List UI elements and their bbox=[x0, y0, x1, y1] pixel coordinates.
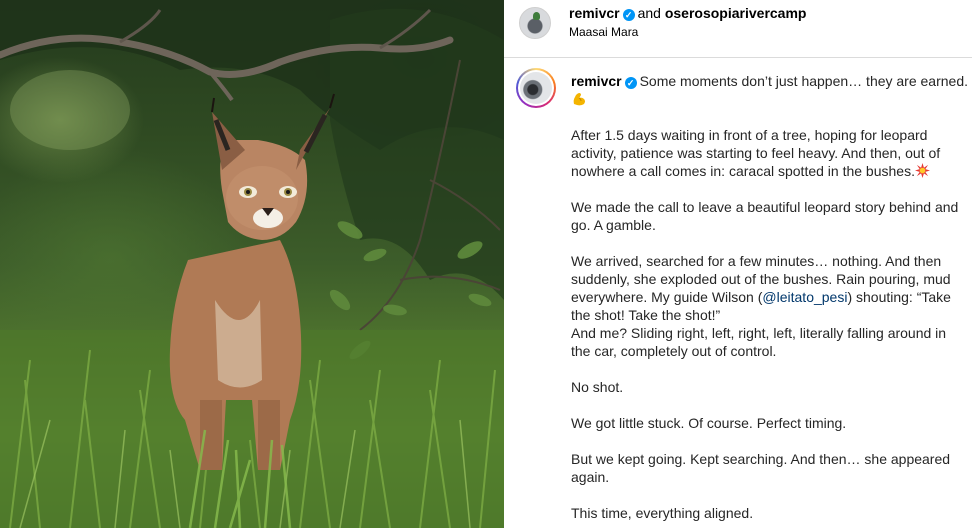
verified-badge-icon: ✓ bbox=[624, 77, 637, 89]
caption-section: remivcr ✓ Some moments don’t just happen… … bbox=[504, 58, 972, 528]
and-text: and bbox=[637, 5, 661, 21]
caption-text: remivcr ✓ Some moments don’t just happen… … bbox=[571, 72, 969, 528]
caption-paragraph-3: We made the call to leave a beautiful le… bbox=[571, 199, 959, 233]
caption-line-1: Some moments don’t just happen… they are… bbox=[639, 73, 969, 89]
caption-paragraph-8: This time, everything aligned. bbox=[571, 505, 754, 521]
header-authors: remivcr ✓ and oserosopiarivercamp bbox=[569, 5, 806, 21]
post-photo[interactable] bbox=[0, 0, 504, 528]
caption-paragraph-5: No shot. bbox=[571, 379, 624, 395]
verified-badge-icon: ✓ bbox=[622, 9, 635, 21]
caracal-photo-illustration bbox=[0, 0, 504, 528]
caption-author-username[interactable]: remivcr bbox=[571, 73, 622, 89]
author-username-link[interactable]: remivcr bbox=[569, 5, 620, 21]
caption-paragraph-4c: And me? Sliding right, left, right, left… bbox=[571, 325, 947, 359]
caption-paragraph-7: But we kept going. Kept searching. And t… bbox=[571, 451, 951, 485]
caption-paragraph-2: After 1.5 days waiting in front of a tre… bbox=[571, 127, 941, 179]
caption-author-avatar[interactable] bbox=[516, 68, 556, 108]
collision-emoji bbox=[914, 163, 930, 178]
collaborator-username-link[interactable]: oserosopiarivercamp bbox=[665, 5, 807, 21]
post-sidebar: remivcr ✓ and oserosopiarivercamp Maasai M… bbox=[504, 0, 972, 528]
post-header: remivcr ✓ and oserosopiarivercamp Maasai M… bbox=[504, 0, 972, 58]
caption-paragraph-6: We got little stuck. Of course. Perfect … bbox=[571, 415, 847, 431]
author-avatar[interactable] bbox=[519, 7, 551, 39]
flexed-biceps-emoji bbox=[571, 91, 587, 107]
location-link[interactable]: Maasai Mara bbox=[569, 25, 638, 39]
guide-mention-link[interactable]: @leitato_pesi bbox=[762, 289, 847, 305]
